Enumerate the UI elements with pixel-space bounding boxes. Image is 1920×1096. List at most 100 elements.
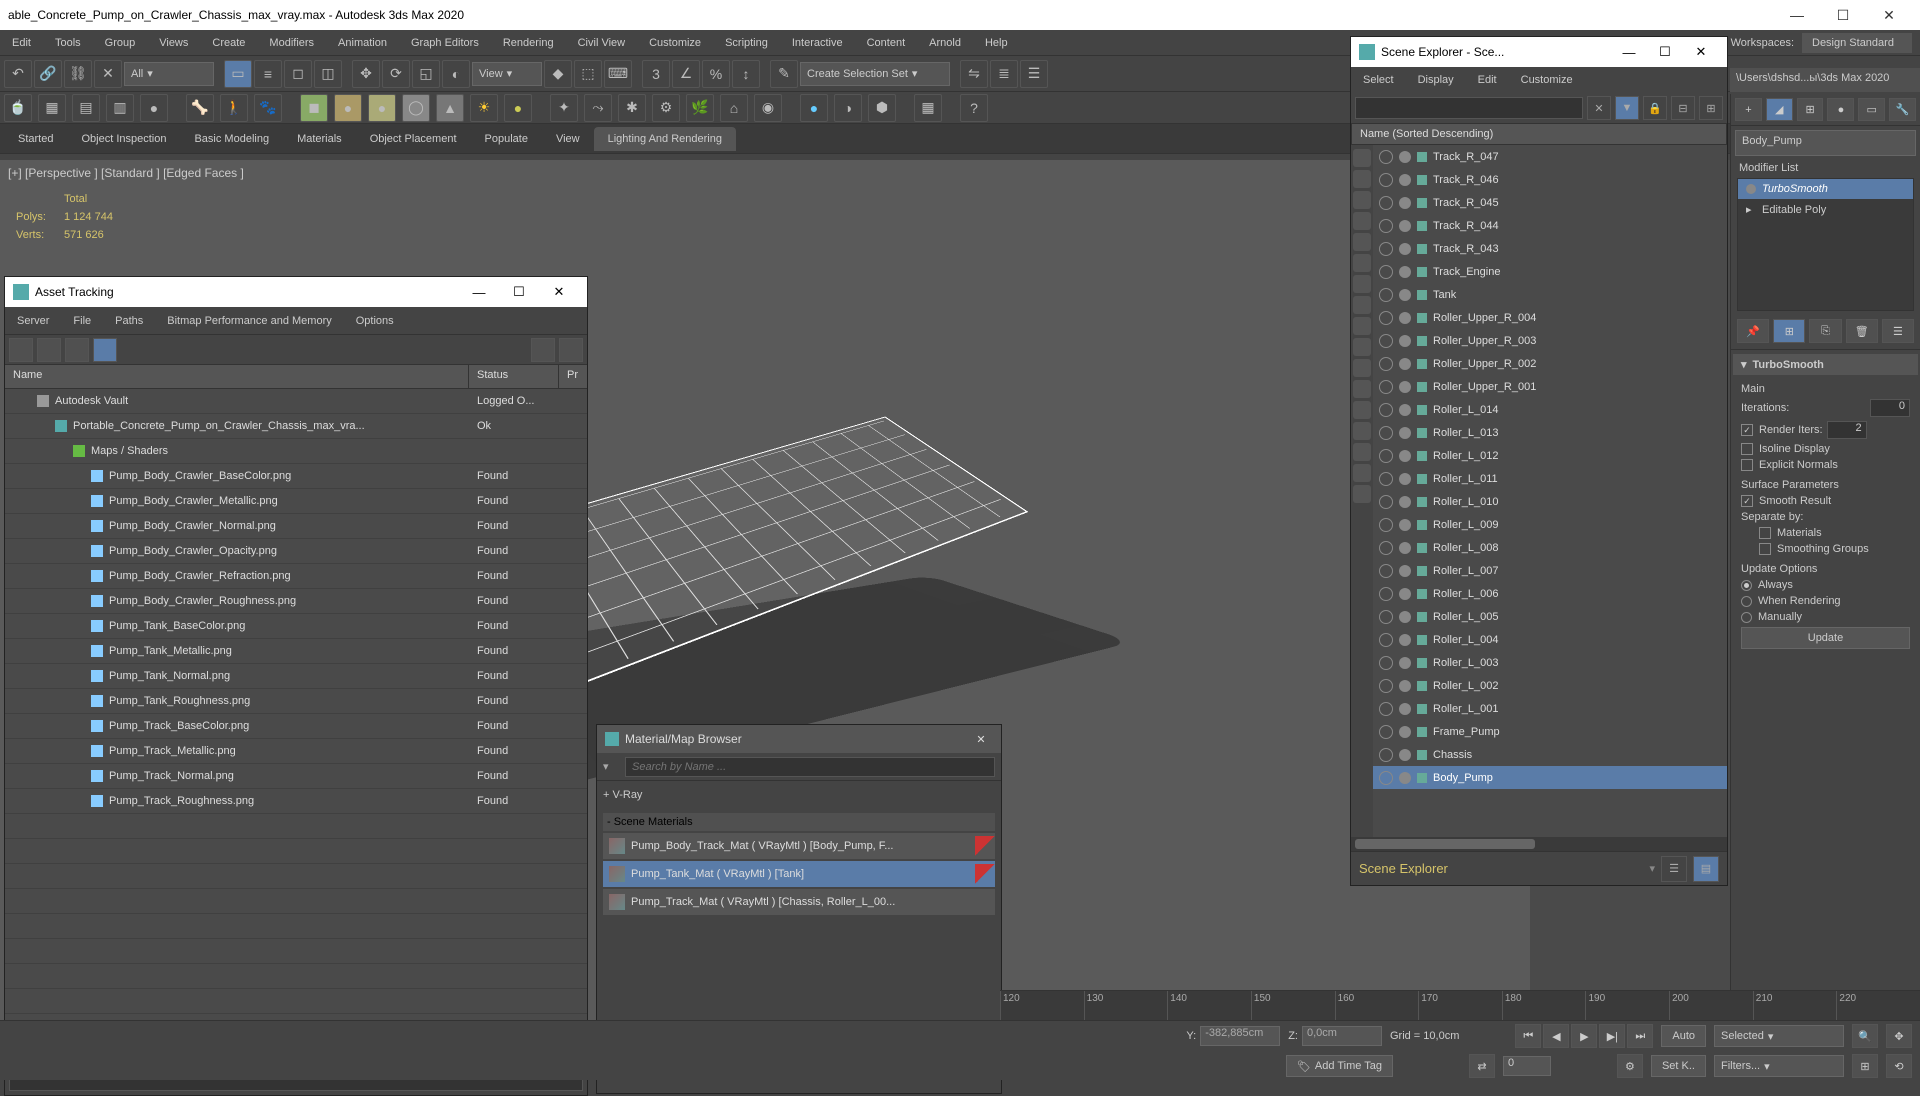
asset-menu-server[interactable]: Server (5, 315, 61, 327)
asset-row[interactable]: Pump_Track_BaseColor.pngFound (5, 714, 587, 739)
visibility-icon[interactable] (1379, 219, 1393, 233)
zoom-icon[interactable]: 🔍 (1852, 1024, 1878, 1048)
spinner-snap-button[interactable]: ↕ (732, 60, 760, 88)
asset-tracking-window[interactable]: Asset Tracking — ☐ ✕ Server File Paths B… (4, 276, 588, 1096)
menu-views[interactable]: Views (147, 30, 200, 56)
freeze-icon[interactable] (1399, 381, 1411, 393)
scene-item[interactable]: Roller_L_011 (1373, 467, 1727, 490)
render-icon[interactable]: ▥ (106, 94, 134, 122)
asset-tb-btn[interactable] (559, 338, 583, 362)
timeline-tick[interactable]: 200 (1669, 991, 1753, 1020)
light-icon[interactable]: ☀ (470, 94, 498, 122)
timeline-tick[interactable]: 220 (1836, 991, 1920, 1020)
se-type-icon[interactable] (1353, 233, 1371, 251)
timeline[interactable]: 120130140150160170180190200210220 (1000, 990, 1920, 1020)
scene-item[interactable]: Roller_Upper_R_003 (1373, 329, 1727, 352)
filter-dropdown[interactable]: All▾ (124, 62, 214, 86)
visibility-icon[interactable] (1379, 265, 1393, 279)
tab-populate[interactable]: Populate (471, 127, 542, 151)
se-type-icon[interactable] (1353, 443, 1371, 461)
current-frame-field[interactable]: 0 (1503, 1056, 1551, 1076)
y-field[interactable]: -382,885cm (1200, 1026, 1280, 1046)
visibility-icon[interactable] (1379, 564, 1393, 578)
freeze-icon[interactable] (1399, 749, 1411, 761)
visibility-icon[interactable] (1379, 702, 1393, 716)
se-menu-display[interactable]: Display (1406, 74, 1466, 86)
visibility-icon[interactable] (1379, 288, 1393, 302)
se-footer-btn[interactable]: ▤ (1693, 856, 1719, 882)
minimize-button[interactable]: — (459, 285, 499, 300)
freeze-icon[interactable] (1399, 542, 1411, 554)
se-type-icon[interactable] (1353, 149, 1371, 167)
freeze-icon[interactable] (1399, 404, 1411, 416)
smooth-result-check[interactable] (1741, 495, 1753, 507)
angle-snap-button[interactable]: ∠ (672, 60, 700, 88)
expand-icon[interactable]: ⊞ (1699, 96, 1723, 120)
recent-path[interactable]: \Users\dshsd...ы\3ds Max 2020 (1730, 68, 1920, 92)
help-icon[interactable]: ? (960, 94, 988, 122)
visibility-icon[interactable] (1379, 472, 1393, 486)
asset-titlebar[interactable]: Asset Tracking — ☐ ✕ (5, 277, 587, 307)
scene-item[interactable]: Roller_L_003 (1373, 651, 1727, 674)
space-warp-icon[interactable]: ⤳ (584, 94, 612, 122)
scene-item[interactable]: Roller_L_001 (1373, 697, 1727, 720)
scene-explorer-window[interactable]: Scene Explorer - Sce... — ☐ ✕ Select Dis… (1350, 36, 1728, 886)
freeze-icon[interactable] (1399, 634, 1411, 646)
manip-button[interactable]: ⬚ (574, 60, 602, 88)
biped-icon[interactable]: 🚶 (220, 94, 248, 122)
minimize-button[interactable]: — (1611, 45, 1647, 60)
setkey-button[interactable]: Set K.. (1651, 1055, 1706, 1077)
cone-icon[interactable]: ▲ (436, 94, 464, 122)
camera-icon[interactable]: ● (800, 94, 828, 122)
key-mode-icon[interactable]: ⇄ (1469, 1054, 1495, 1078)
motion-tab[interactable]: ● (1827, 98, 1854, 121)
selection-set-dropdown[interactable]: Create Selection Set▾ (800, 62, 950, 86)
asset-row[interactable]: Pump_Body_Crawler_Roughness.pngFound (5, 589, 587, 614)
visibility-icon[interactable] (1379, 242, 1393, 256)
iterations-spinner[interactable]: 0 (1870, 399, 1910, 417)
scene-item[interactable]: Roller_L_006 (1373, 582, 1727, 605)
menu-modifiers[interactable]: Modifiers (257, 30, 326, 56)
scene-item[interactable]: Roller_L_005 (1373, 605, 1727, 628)
se-type-icon[interactable] (1353, 317, 1371, 335)
timeline-tick[interactable]: 150 (1251, 991, 1335, 1020)
percent-snap-button[interactable]: % (702, 60, 730, 88)
bone-icon[interactable]: 🦴 (186, 94, 214, 122)
particle-icon[interactable]: ✦ (550, 94, 578, 122)
isoline-check[interactable] (1741, 443, 1753, 455)
render-frame-icon[interactable]: ▤ (72, 94, 100, 122)
asset-row[interactable]: Pump_Tank_BaseColor.pngFound (5, 614, 587, 639)
update-button[interactable]: Update (1741, 627, 1910, 649)
systems-icon[interactable]: ⚙ (652, 94, 680, 122)
scene-explorer-titlebar[interactable]: Scene Explorer - Sce... — ☐ ✕ (1351, 37, 1727, 67)
se-type-icon[interactable] (1353, 422, 1371, 440)
unlink-button[interactable]: ✕ (94, 60, 122, 88)
freeze-icon[interactable] (1399, 772, 1411, 784)
render-setup-icon[interactable]: ▦ (38, 94, 66, 122)
helper-icon[interactable]: ✱ (618, 94, 646, 122)
visibility-icon[interactable] (1379, 771, 1393, 785)
freeze-icon[interactable] (1399, 450, 1411, 462)
timeline-tick[interactable]: 130 (1084, 991, 1168, 1020)
align-button[interactable]: ≣ (990, 60, 1018, 88)
scene-item[interactable]: Roller_Upper_R_001 (1373, 375, 1727, 398)
foliage-icon[interactable]: 🌿 (686, 94, 714, 122)
explicit-normals-check[interactable] (1741, 459, 1753, 471)
freeze-icon[interactable] (1399, 197, 1411, 209)
asset-columns[interactable]: Name Status Pr (5, 365, 587, 389)
goto-start-button[interactable]: ⏮ (1515, 1024, 1541, 1048)
visibility-icon[interactable] (1379, 334, 1393, 348)
scene-item[interactable]: Track_R_046 (1373, 168, 1727, 191)
scene-item[interactable]: Roller_L_008 (1373, 536, 1727, 559)
visibility-icon[interactable] (1379, 311, 1393, 325)
se-search-input[interactable] (1355, 97, 1583, 119)
aec-icon[interactable]: ⌂ (720, 94, 748, 122)
sep-smoothing-check[interactable] (1759, 543, 1771, 555)
visibility-icon[interactable] (1379, 725, 1393, 739)
tab-lighting-rendering[interactable]: Lighting And Rendering (594, 127, 736, 151)
asset-tb-btn[interactable] (65, 338, 89, 362)
asset-row[interactable]: Autodesk VaultLogged O... (5, 389, 587, 414)
close-button[interactable]: ✕ (1866, 0, 1912, 30)
se-type-icon[interactable] (1353, 170, 1371, 188)
se-type-icon[interactable] (1353, 401, 1371, 419)
